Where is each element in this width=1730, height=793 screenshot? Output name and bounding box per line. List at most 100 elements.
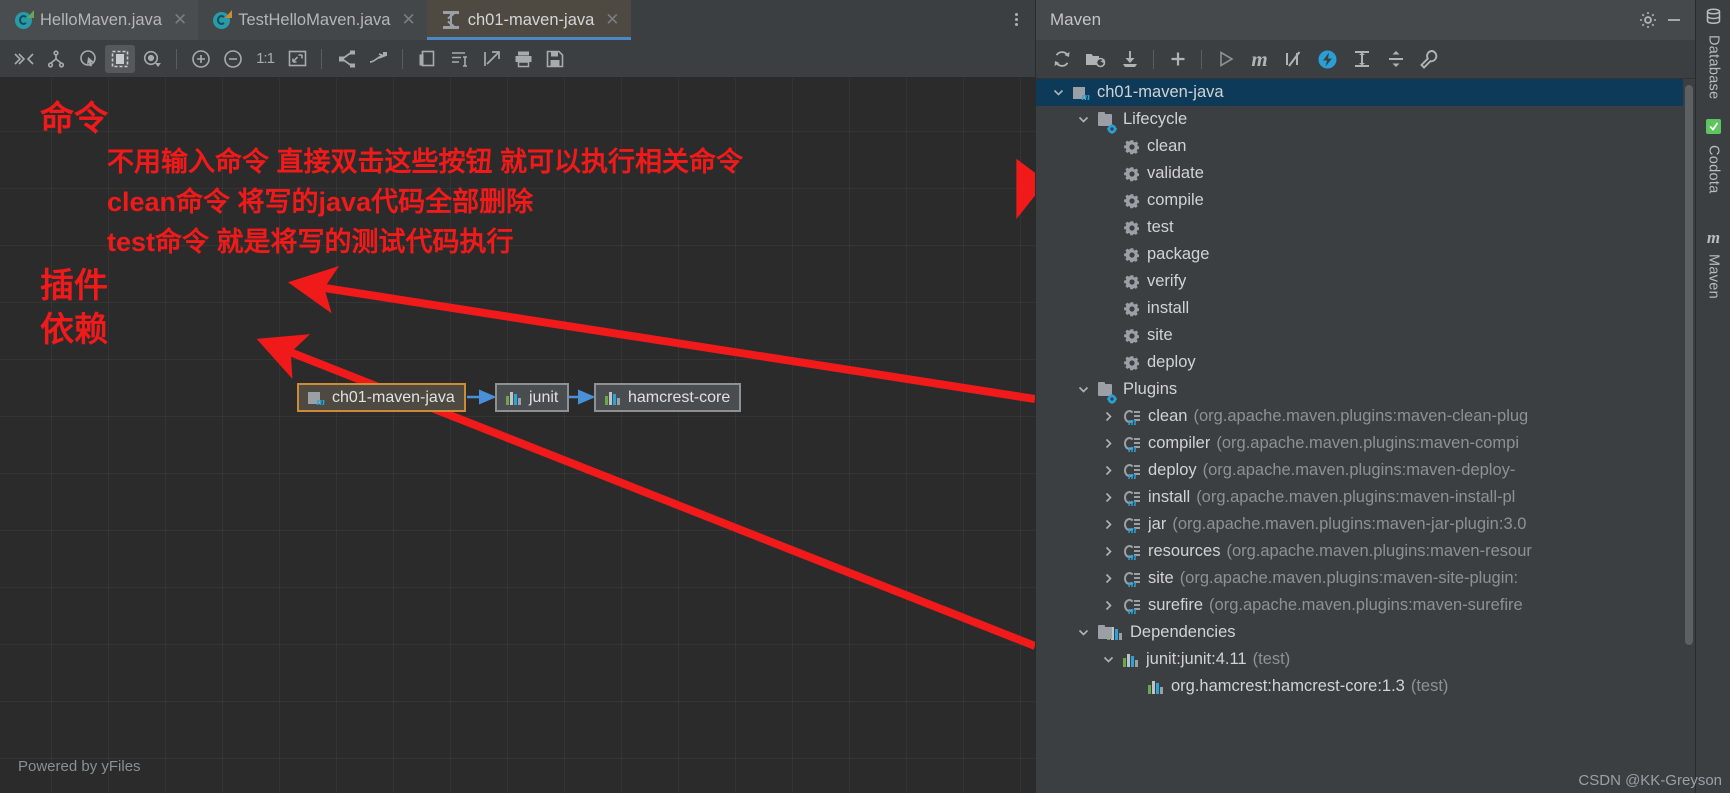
copy-icon[interactable] (412, 45, 442, 73)
chevron-down-icon[interactable] (1075, 383, 1092, 396)
tree-row-deploy[interactable]: deploy (1036, 349, 1683, 376)
maven-tree-scrollbar[interactable] (1683, 79, 1695, 793)
chevron-down-icon[interactable] (1050, 86, 1067, 99)
save-icon[interactable] (540, 45, 570, 73)
maven-icon: m (1706, 228, 1721, 247)
actual-size-icon[interactable]: 1:1 (250, 45, 280, 73)
show-paths-icon[interactable] (331, 45, 361, 73)
chevron-right-icon[interactable] (1100, 437, 1117, 450)
tree-row-clean[interactable]: m clean (org.apache.maven.plugins:maven-cl… (1036, 403, 1683, 430)
editor-tab-bar: HelloMaven.java ✕ TestHelloMaven.java ✕ … (0, 0, 1035, 40)
expand-all-icon[interactable] (1346, 45, 1377, 74)
fit-content-icon[interactable] (105, 44, 135, 73)
chevron-right-icon[interactable] (1100, 491, 1117, 504)
tree-row-install[interactable]: install (1036, 295, 1683, 322)
gear-icon[interactable] (1635, 7, 1661, 33)
tree-row-surefire[interactable]: m surefire (org.apache.maven.plugins:maven… (1036, 592, 1683, 619)
gear-icon (1123, 300, 1140, 317)
tree-row-verify[interactable]: verify (1036, 268, 1683, 295)
print-icon[interactable] (508, 45, 538, 73)
tree-row-deploy[interactable]: m deploy (org.apache.maven.plugins:maven-d… (1036, 457, 1683, 484)
chevron-down-icon[interactable] (1075, 626, 1092, 639)
tree-row-junit-junit-4-11[interactable]: junit:junit:4.11 (test) (1036, 646, 1683, 673)
fit-screen-icon[interactable] (282, 45, 312, 73)
tree-row-validate[interactable]: validate (1036, 160, 1683, 187)
dependency-diagram-canvas[interactable]: 命令 不用输入命令 直接双击这些按钮 就可以执行相关命令 clean命令 将写的… (0, 78, 1035, 793)
gear-icon (1123, 219, 1140, 236)
graph-node-junit[interactable]: junit (495, 383, 570, 412)
close-icon[interactable]: ✕ (401, 10, 415, 30)
tree-row-jar[interactable]: m jar (org.apache.maven.plugins:maven-jar-… (1036, 511, 1683, 538)
folder-gear-icon (1098, 111, 1117, 134)
select-mode-icon[interactable] (73, 45, 103, 73)
tree-row-plugins[interactable]: Plugins (1036, 376, 1683, 404)
editor-tab-testhellomaven[interactable]: TestHelloMaven.java ✕ (198, 0, 427, 40)
maven-project-tree[interactable]: m ch01-maven-java Lifecycle clean validate co… (1036, 79, 1683, 793)
tree-row-clean[interactable]: clean (1036, 133, 1683, 160)
editor-tab-hellomaven[interactable]: HelloMaven.java ✕ (0, 0, 199, 40)
chevron-right-icon[interactable] (1100, 518, 1117, 531)
editor-tab-ch01-maven-java[interactable]: ch01-maven-java ✕ (426, 0, 631, 40)
tree-row-compile[interactable]: compile (1036, 187, 1683, 214)
run-icon[interactable] (1210, 45, 1241, 74)
layout-hierarchic-icon[interactable] (41, 45, 71, 73)
tree-row-label: surefire (1148, 596, 1204, 614)
sidebar-item-codota[interactable]: Codota (1696, 118, 1730, 194)
chevron-right-icon[interactable] (1100, 545, 1117, 558)
add-maven-project-icon[interactable] (1162, 45, 1193, 74)
chevron-down-icon[interactable] (1075, 113, 1092, 126)
tree-row-ch01-maven-java[interactable]: m ch01-maven-java (1036, 79, 1683, 106)
chevron-right-icon[interactable] (1100, 599, 1117, 612)
plugin-icon: m (1123, 463, 1141, 482)
execute-maven-goal-icon[interactable]: m (1244, 45, 1275, 74)
right-tool-window-bar: Database Codota m Maven (1695, 0, 1730, 793)
tree-row-site[interactable]: site (1036, 322, 1683, 349)
sidebar-item-maven[interactable]: m Maven (1696, 228, 1730, 299)
toggle-offline-mode-icon[interactable] (1312, 45, 1343, 74)
maven-settings-icon[interactable] (1414, 45, 1445, 74)
graph-edges (467, 389, 596, 405)
chevron-right-icon[interactable] (1100, 410, 1117, 423)
chevron-right-icon[interactable] (1100, 464, 1117, 477)
tree-row-label: Lifecycle (1123, 110, 1188, 128)
tree-row-test[interactable]: test (1036, 214, 1683, 241)
tree-row-coordinates: (test) (1252, 650, 1291, 668)
tab-options-menu-icon[interactable] (1007, 11, 1025, 29)
scrollbar-thumb[interactable] (1685, 85, 1693, 645)
reload-all-maven-projects-icon[interactable] (1046, 45, 1077, 74)
tree-row-resources[interactable]: m resources (org.apache.maven.plugins:mave… (1036, 538, 1683, 565)
visibility-icon[interactable] (137, 45, 167, 73)
zoom-in-icon[interactable] (186, 45, 216, 73)
sidebar-item-database[interactable]: Database (1696, 8, 1730, 99)
generate-sources-icon[interactable] (1080, 45, 1111, 74)
tree-row-site[interactable]: m site (org.apache.maven.plugins:maven-sit… (1036, 565, 1683, 592)
toggle-skip-tests-icon[interactable] (1278, 45, 1309, 74)
collapse-all-icon[interactable] (1380, 45, 1411, 74)
tree-row-compiler[interactable]: m compiler (org.apache.maven.plugins:maven… (1036, 430, 1683, 457)
tree-row-label: validate (1147, 164, 1204, 182)
tree-row-label: package (1147, 245, 1210, 263)
expand-collapse-icon[interactable] (9, 45, 39, 73)
show-neighbours-icon[interactable] (363, 45, 393, 73)
graph-node-hamcrest[interactable]: hamcrest-core (594, 383, 742, 412)
tree-row-dependencies[interactable]: Dependencies (1036, 619, 1683, 646)
library-icon (605, 391, 621, 405)
maven-module-icon: m (308, 390, 325, 408)
close-icon[interactable]: ✕ (605, 10, 619, 30)
tree-row-org-hamcrest-hamcrest-core-1-3[interactable]: org.hamcrest:hamcrest-core:1.3 (test) (1036, 673, 1683, 700)
edit-node-icon[interactable] (444, 45, 474, 73)
chevron-down-icon[interactable] (1100, 653, 1117, 666)
graph-node-root[interactable]: m ch01-maven-java (297, 383, 466, 412)
chevron-right-icon[interactable] (1100, 572, 1117, 585)
export-icon[interactable] (476, 45, 506, 73)
tree-row-install[interactable]: m install (org.apache.maven.plugins:maven-… (1036, 484, 1683, 511)
download-sources-icon[interactable] (1114, 45, 1145, 74)
plugin-icon: m (1123, 409, 1141, 428)
zoom-out-icon[interactable] (218, 45, 248, 73)
tree-row-lifecycle[interactable]: Lifecycle (1036, 106, 1683, 134)
close-icon[interactable]: ✕ (173, 10, 187, 30)
tree-row-label: test (1147, 218, 1174, 236)
tree-row-package[interactable]: package (1036, 241, 1683, 268)
toolbar-separator (176, 48, 177, 69)
minimize-icon[interactable] (1661, 7, 1687, 33)
